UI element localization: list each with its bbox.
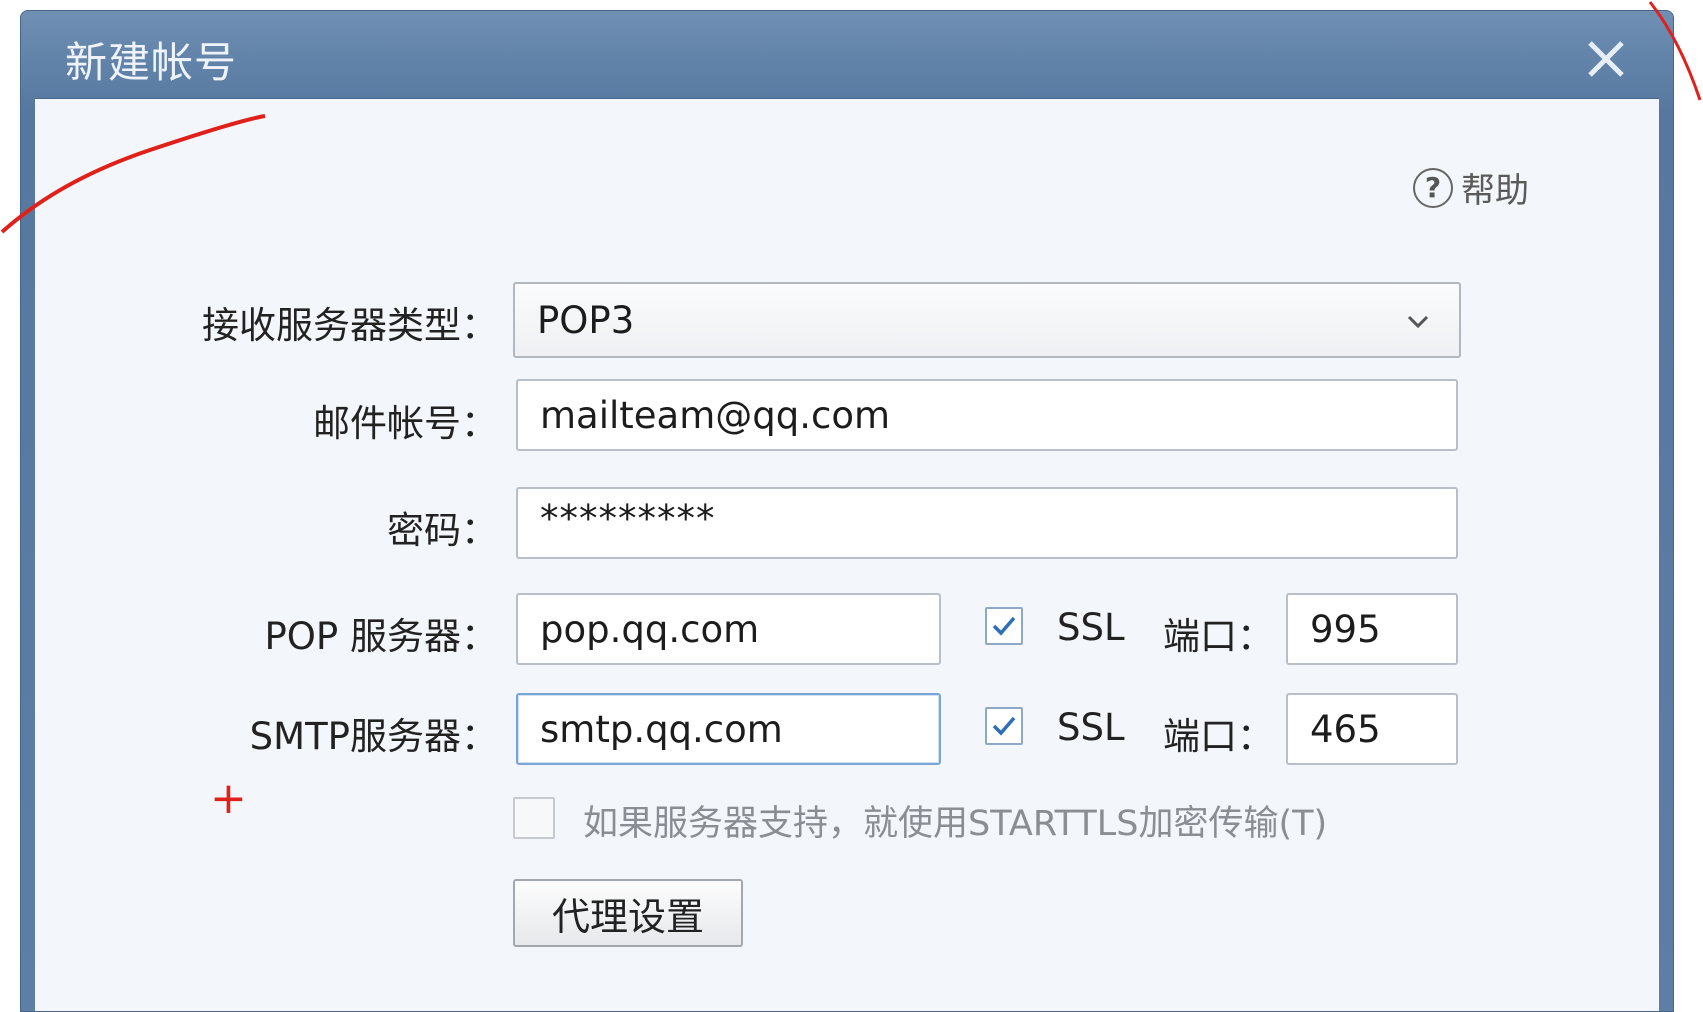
password-value: ********* xyxy=(540,497,716,540)
pop-port-field[interactable]: 995 xyxy=(1286,593,1458,665)
smtp-ssl-label: SSL xyxy=(1057,706,1125,749)
email-value: mailteam@qq.com xyxy=(540,393,891,437)
email-label: 邮件帐号： xyxy=(313,402,498,445)
smtp-port-field[interactable]: 465 xyxy=(1286,693,1458,765)
starttls-label: 如果服务器支持，就使用STARTTLS加密传输(T) xyxy=(583,804,1328,844)
email-field[interactable]: mailteam@qq.com xyxy=(516,379,1458,451)
smtp-port-label: 端口： xyxy=(1163,715,1274,758)
pop-server-value: pop.qq.com xyxy=(540,607,760,651)
smtp-server-field[interactable]: smtp.qq.com xyxy=(516,693,941,765)
smtp-ssl-checkbox[interactable] xyxy=(985,707,1023,745)
server-type-value: POP3 xyxy=(537,298,635,342)
dialog-title: 新建帐号 xyxy=(65,38,238,87)
smtp-server-label: SMTP服务器： xyxy=(249,715,498,758)
pop-server-label: POP 服务器： xyxy=(264,615,498,658)
smtp-server-value: smtp.qq.com xyxy=(540,707,783,751)
starttls-checkbox[interactable] xyxy=(513,797,555,839)
server-type-label: 接收服务器类型： xyxy=(202,304,498,347)
pop-port-value: 995 xyxy=(1310,607,1381,651)
pop-ssl-label: SSL xyxy=(1057,606,1125,649)
chevron-down-icon xyxy=(1407,315,1429,329)
password-field[interactable]: ********* xyxy=(516,487,1458,559)
check-icon xyxy=(992,716,1016,736)
pop-server-field[interactable]: pop.qq.com xyxy=(516,593,941,665)
check-icon xyxy=(992,616,1016,636)
close-button[interactable] xyxy=(1584,37,1628,81)
proxy-settings-button[interactable]: 代理设置 xyxy=(513,879,743,947)
help-label: 帮助 xyxy=(1461,171,1529,211)
help-link[interactable]: ? 帮助 xyxy=(1413,163,1529,212)
password-label: 密码： xyxy=(387,509,498,552)
question-circle-icon: ? xyxy=(1413,167,1453,208)
smtp-port-value: 465 xyxy=(1310,707,1381,751)
close-icon xyxy=(1588,41,1624,77)
server-type-select[interactable]: POP3 xyxy=(513,282,1461,358)
pop-ssl-checkbox[interactable] xyxy=(985,607,1023,645)
pop-port-label: 端口： xyxy=(1163,615,1274,658)
